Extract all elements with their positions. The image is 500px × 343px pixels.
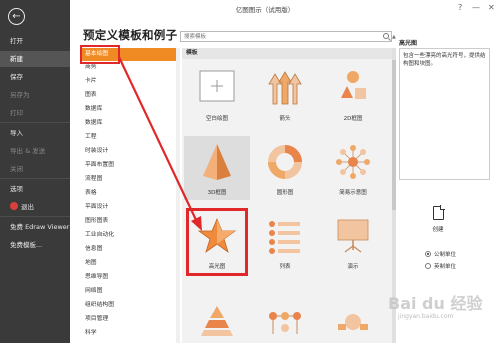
category-item[interactable]: 数据库 <box>82 103 177 116</box>
category-item[interactable]: 地图 <box>82 257 177 270</box>
scrollbar-thumb[interactable] <box>392 60 396 210</box>
search-icon[interactable] <box>383 33 389 39</box>
left-nav: ← 打开 新建 保存 另存为 打印 导入 导出 & 发送 关闭 选项 退出 免费… <box>0 0 70 343</box>
search-box[interactable] <box>180 31 392 42</box>
template-blank-drawing[interactable]: 空白绘图 <box>184 62 250 126</box>
nav-print[interactable]: 打印 <box>0 105 70 121</box>
template-3d-block[interactable]: 3D框图 <box>184 136 250 200</box>
title-bar: 亿图图示（试用版） ? — ✕ <box>70 0 500 20</box>
nav-open[interactable]: 打开 <box>0 33 70 49</box>
scroll-up-icon[interactable]: ▲ <box>392 34 396 40</box>
list-icon <box>269 221 300 254</box>
tile-label: 列表 <box>279 264 291 270</box>
back-arrow-icon[interactable]: ← <box>8 8 25 25</box>
unit-imperial-radio[interactable]: 英制单位 <box>425 262 456 270</box>
tile-label: 空白绘图 <box>205 116 228 122</box>
category-item[interactable]: 工业自动化 <box>82 229 177 242</box>
selected-template-highlight <box>186 208 248 276</box>
category-item[interactable]: 图表 <box>82 89 177 102</box>
nav-new[interactable]: 新建 <box>0 51 70 67</box>
category-item[interactable]: 数据库 <box>82 117 177 130</box>
unit-label: 公制单位 <box>434 252 457 258</box>
template-simple-diagram[interactable]: 简易示意图 <box>320 136 386 200</box>
tile-label: 3D框图 <box>207 190 227 196</box>
description-title: 高光图 <box>399 40 418 47</box>
category-item[interactable]: 组织结构图 <box>82 299 177 312</box>
3d-block-icon <box>203 144 231 180</box>
category-item[interactable]: 科学 <box>82 327 177 340</box>
tile-label: 简易示意图 <box>339 190 367 196</box>
unit-label: 英制单位 <box>434 264 457 270</box>
nav-import[interactable]: 导入 <box>0 125 70 141</box>
simple-diagram-icon <box>336 145 370 179</box>
presentation-icon <box>337 219 369 253</box>
template-2d-block[interactable]: 2D框图 <box>320 62 386 126</box>
nav-export-send[interactable]: 导出 & 发送 <box>0 143 70 159</box>
category-item[interactable]: 表格 <box>82 187 177 200</box>
template-circle-diagram[interactable]: 圆形图 <box>252 136 318 200</box>
template-pyramid[interactable] <box>184 290 250 343</box>
category-item[interactable]: 平面布置图 <box>82 159 177 172</box>
template-arrows[interactable]: 箭头 <box>252 62 318 126</box>
create-button[interactable]: 创建 <box>427 205 449 236</box>
nav-free-viewer[interactable]: 免费 Edraw Viewer <box>0 219 70 235</box>
unit-metric-radio[interactable]: 公制单位 <box>425 250 456 258</box>
category-item[interactable]: 项目管理 <box>82 313 177 326</box>
nav-divider <box>0 122 70 123</box>
nav-save-as[interactable]: 另存为 <box>0 87 70 103</box>
search-input[interactable] <box>181 32 371 41</box>
pyramid-icon <box>201 306 233 336</box>
page-title: 预定义模板和例子 <box>83 28 178 42</box>
template-process[interactable] <box>320 290 386 343</box>
category-scrollbar[interactable] <box>176 48 180 343</box>
close-button[interactable]: ✕ <box>488 3 495 13</box>
blank-drawing-icon <box>199 70 235 102</box>
arrows-icon <box>268 71 302 105</box>
category-item[interactable]: 流程图 <box>82 173 177 186</box>
category-item[interactable]: 思维导图 <box>82 271 177 284</box>
nav-options[interactable]: 选项 <box>0 181 70 197</box>
help-icon[interactable]: ? <box>458 3 462 13</box>
category-highlight-box <box>80 45 120 64</box>
description-text: 包含一些漂亮的高光符号，提供结构图和块图。 <box>403 53 486 67</box>
category-item[interactable]: 网络图 <box>82 285 177 298</box>
category-item[interactable]: 卡片 <box>82 75 177 88</box>
tile-label: 圆形图 <box>276 190 294 196</box>
category-item[interactable]: 时装设计 <box>82 145 177 158</box>
nav-exit-label: 退出 <box>21 203 34 211</box>
radio-dot-icon <box>425 263 431 269</box>
window-title: 亿图图示（试用版） <box>235 6 295 14</box>
category-item[interactable]: 图形图表 <box>82 215 177 228</box>
category-item[interactable]: 信息图 <box>82 243 177 256</box>
tile-label: 演示 <box>347 264 359 270</box>
nav-close[interactable]: 关闭 <box>0 161 70 177</box>
nav-divider <box>0 178 70 179</box>
watermark-logo: Bai du 经验 <box>388 294 483 313</box>
timeline-icon <box>269 312 301 334</box>
create-label: 创建 <box>432 227 444 233</box>
template-list[interactable]: 列表 <box>252 210 318 274</box>
tile-label: 箭头 <box>279 116 291 122</box>
panel-header: 模板 <box>182 48 392 59</box>
template-presentation[interactable]: 演示 <box>320 210 386 274</box>
category-list: 基本绘图 商务 卡片 图表 数据库 数据库 工程 时装设计 平面布置图 流程图 … <box>82 48 177 343</box>
nav-save[interactable]: 保存 <box>0 69 70 85</box>
category-item[interactable]: 平面设计 <box>82 201 177 214</box>
category-item[interactable]: 工程 <box>82 131 177 144</box>
nav-exit[interactable]: 退出 <box>0 199 70 215</box>
template-timeline[interactable] <box>252 290 318 343</box>
tile-label: 2D框图 <box>343 116 363 122</box>
2d-block-icon <box>341 71 366 99</box>
radio-dot-icon <box>425 251 431 257</box>
exit-icon <box>10 202 18 210</box>
minimize-button[interactable]: — <box>472 3 480 13</box>
new-document-icon <box>432 205 445 220</box>
watermark-url: jingyan.baidu.com <box>398 313 454 320</box>
process-icon <box>338 314 368 330</box>
nav-divider <box>0 216 70 217</box>
description-box: 包含一些漂亮的高光符号，提供结构图和块图。 <box>399 48 490 180</box>
nav-free-templates[interactable]: 免费模板... <box>0 237 70 253</box>
circle-diagram-icon <box>268 145 302 179</box>
